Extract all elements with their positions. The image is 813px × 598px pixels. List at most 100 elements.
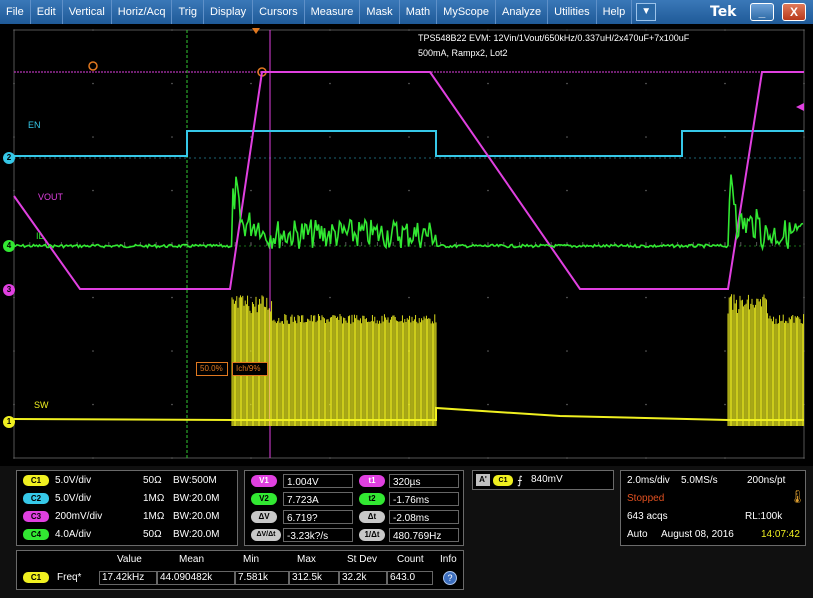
grid-dot bbox=[408, 136, 410, 138]
grid-dot bbox=[92, 350, 94, 352]
channel-settings-box[interactable]: C1 5.0V/div 50Ω BW:500M C2 5.0V/div 1MΩ … bbox=[16, 470, 238, 546]
ch1-scale: 5.0V/div bbox=[55, 475, 92, 486]
ch4-il-trace bbox=[13, 174, 804, 252]
grid-dot bbox=[566, 403, 568, 406]
grid-dot bbox=[329, 82, 331, 85]
grid-dot bbox=[566, 457, 568, 459]
grid-dot bbox=[13, 457, 15, 459]
header-mean: Mean bbox=[179, 554, 205, 565]
menu-myscope[interactable]: MyScope bbox=[437, 0, 497, 24]
grid-dot bbox=[645, 296, 647, 299]
grid-dot bbox=[724, 29, 726, 31]
cursor-readout-box[interactable]: V1 1.004V t1 320µs V2 7.723A t2 -1.76ms … bbox=[244, 470, 464, 546]
channel-row[interactable]: C4 4.0A/div 50Ω BW:20.0M bbox=[21, 528, 233, 542]
grid-dot bbox=[645, 189, 647, 192]
menu-measure[interactable]: Measure bbox=[305, 0, 361, 24]
grid-dot bbox=[724, 350, 726, 352]
v1-tag: V1 bbox=[251, 475, 277, 487]
ch4-ground-marker[interactable]: 4 bbox=[3, 240, 15, 252]
cursor-b-readout[interactable]: Ich/9% bbox=[232, 362, 268, 376]
waveform-display[interactable]: TPS548B22 EVM: 12Vin/1Vout/650kHz/0.337u… bbox=[0, 24, 813, 466]
record-length: RL:100k bbox=[745, 511, 783, 522]
chevron-down-icon[interactable]: ▼ bbox=[636, 3, 657, 21]
menu-mask[interactable]: Mask bbox=[360, 0, 400, 24]
grid-dot bbox=[487, 350, 489, 352]
close-button[interactable]: X bbox=[782, 3, 806, 21]
acquisition-box[interactable]: 2.0ms/div 5.0MS/s 200ns/pt Stopped 🌡 643… bbox=[620, 470, 806, 546]
menu-help[interactable]: Help bbox=[597, 0, 633, 24]
channel-row[interactable]: C3 200mV/div 1MΩ BW:20.0M bbox=[21, 510, 233, 524]
grid-dot bbox=[329, 29, 331, 31]
scope-subtitle: 500mA, Rampx2, Lot2 bbox=[418, 48, 508, 58]
ch2-scale: 5.0V/div bbox=[55, 493, 92, 504]
time: 14:07:42 bbox=[761, 529, 800, 540]
channel-row[interactable]: C2 5.0V/div 1MΩ BW:20.0M bbox=[21, 492, 233, 506]
grid-dot bbox=[92, 296, 94, 299]
grid-dot bbox=[487, 136, 489, 138]
ch2-en-trace bbox=[14, 130, 804, 157]
grid-dot bbox=[329, 457, 331, 459]
ch3-ground-marker[interactable]: 3 bbox=[3, 284, 15, 296]
v1-value: 1.004V bbox=[283, 474, 353, 488]
grid-dot bbox=[171, 29, 173, 31]
grid-dot bbox=[724, 136, 726, 138]
info-icon[interactable]: ? bbox=[443, 571, 457, 585]
header-min: Min bbox=[243, 554, 260, 565]
grid-dot bbox=[408, 296, 410, 299]
grid-dot bbox=[171, 296, 173, 299]
header-count: Count bbox=[397, 554, 424, 565]
trigger-position-icon bbox=[252, 28, 260, 34]
trigger-mode: Auto bbox=[627, 529, 648, 540]
grid-dot bbox=[645, 82, 647, 85]
grid-dot bbox=[171, 136, 173, 138]
ch3-badge[interactable]: C3 bbox=[23, 511, 49, 522]
minimize-button[interactable]: _ bbox=[750, 3, 774, 21]
menu-edit[interactable]: Edit bbox=[31, 0, 63, 24]
grid-dot bbox=[803, 189, 805, 192]
label-il: IL bbox=[36, 231, 44, 241]
grid-dot bbox=[171, 403, 173, 406]
ch3-vout-trace bbox=[13, 71, 804, 290]
menu-vertical[interactable]: Vertical bbox=[63, 0, 112, 24]
grid-dot bbox=[487, 29, 489, 31]
menu-analyze[interactable]: Analyze bbox=[496, 0, 549, 24]
resolution: 200ns/pt bbox=[747, 475, 786, 486]
label-sw: SW bbox=[34, 400, 49, 410]
brand-logo: Tek bbox=[710, 4, 737, 20]
trigger-level: 840mV bbox=[531, 474, 563, 485]
ch4-badge[interactable]: C4 bbox=[23, 529, 49, 540]
grid-dot bbox=[92, 403, 94, 406]
ch2-badge[interactable]: C2 bbox=[23, 493, 49, 504]
ch1-ground-marker[interactable]: 1 bbox=[3, 416, 15, 428]
grid-dot bbox=[487, 403, 489, 406]
dvdt-tag: ΔV/Δt bbox=[251, 529, 281, 541]
label-vout: VOUT bbox=[38, 192, 64, 202]
menu-display[interactable]: Display bbox=[204, 0, 254, 24]
menu-trig[interactable]: Trig bbox=[172, 0, 205, 24]
header-info: Info bbox=[440, 554, 457, 565]
menu-cursors[interactable]: Cursors bbox=[253, 0, 305, 24]
ch3-scale: 200mV/div bbox=[55, 511, 103, 522]
grid-dot bbox=[250, 189, 252, 192]
ch3-offset-arrow-icon bbox=[796, 103, 804, 111]
menu-file[interactable]: File bbox=[0, 0, 31, 24]
trigger-readout[interactable]: A' C1 ⨍ 840mV bbox=[472, 470, 614, 490]
cursor-a-readout[interactable]: 50.0% bbox=[196, 362, 228, 376]
grid-dot bbox=[803, 82, 805, 85]
menu-math[interactable]: Math bbox=[400, 0, 438, 24]
grid-dot bbox=[408, 29, 410, 31]
menu-bar: File Edit Vertical Horiz/Acq Trig Displa… bbox=[0, 0, 813, 24]
timebase: 2.0ms/div bbox=[627, 475, 670, 486]
grid-dot bbox=[92, 29, 94, 31]
date: August 08, 2016 bbox=[661, 529, 734, 540]
menu-horiz-acq[interactable]: Horiz/Acq bbox=[112, 0, 173, 24]
grid-dot bbox=[487, 82, 489, 85]
menu-utilities[interactable]: Utilities bbox=[548, 0, 597, 24]
grid-dot bbox=[329, 136, 331, 138]
measurement-box[interactable]: Value Mean Min Max St Dev Count Info C1 … bbox=[16, 550, 464, 590]
grid-dot bbox=[13, 29, 15, 31]
ch2-ground-marker[interactable]: 2 bbox=[3, 152, 15, 164]
grid-dot bbox=[566, 29, 568, 31]
channel-row[interactable]: C1 5.0V/div 50Ω BW:500M bbox=[21, 474, 233, 488]
ch1-badge[interactable]: C1 bbox=[23, 475, 49, 486]
